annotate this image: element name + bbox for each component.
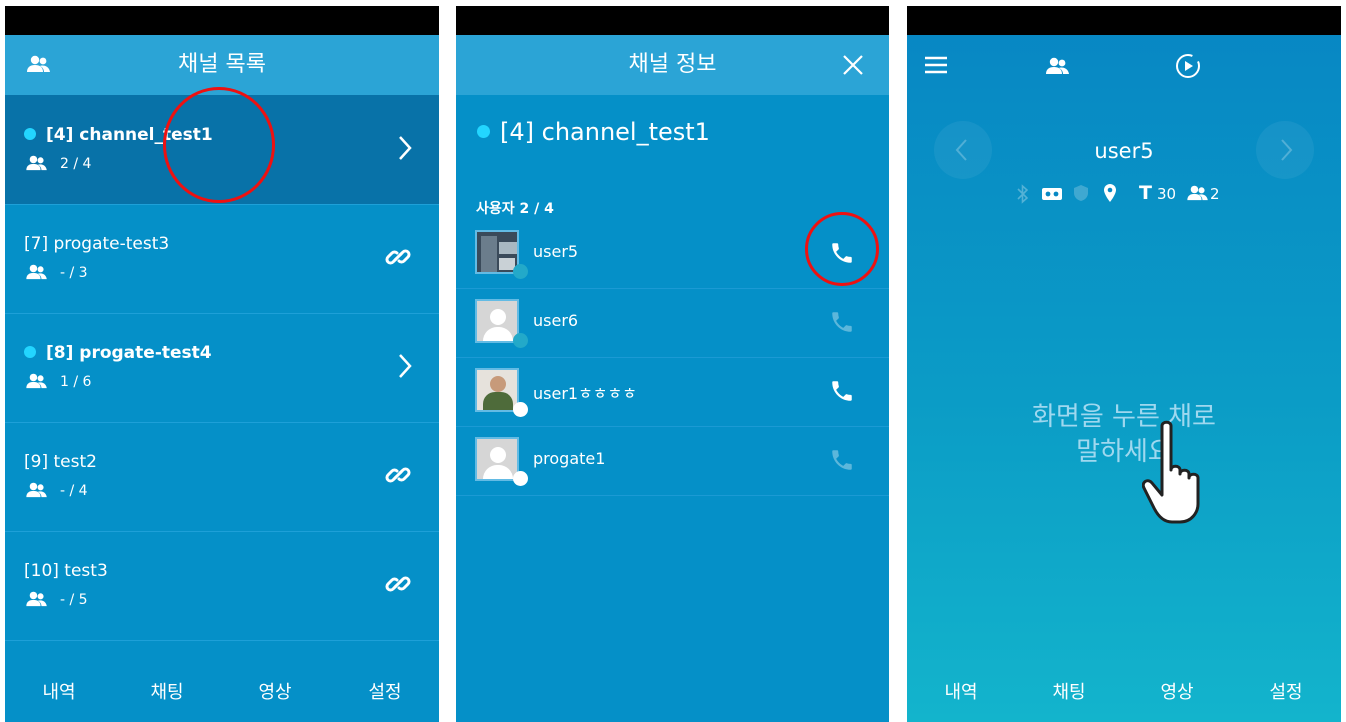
active-dot [477, 125, 490, 138]
nav-history[interactable]: 내역 [9, 664, 109, 722]
close-icon[interactable] [843, 55, 863, 79]
users-count: 2 [1210, 185, 1220, 203]
nav-chat[interactable]: 채팅 [1019, 664, 1119, 722]
users-icon [26, 373, 47, 389]
bottom-nav: 내역 채팅 영상 설정 [907, 664, 1341, 722]
nav-history[interactable]: 내역 [911, 664, 1011, 722]
status-dot [513, 264, 528, 279]
phone-icon[interactable] [829, 309, 855, 339]
channel-name: [7] progate-test3 [24, 234, 170, 254]
channel-row[interactable]: [7] progate-test3 - / 3 [5, 204, 439, 314]
channel-name: [8] progate-test4 [24, 343, 212, 363]
menu-icon[interactable] [924, 55, 948, 79]
bottom-nav: 내역 채팅 영상 설정 [5, 664, 439, 722]
channel-row[interactable]: [8] progate-test4 1 / 6 [5, 313, 439, 423]
talk-time-icon: T [1139, 182, 1152, 204]
push-to-talk-screen: user5 T 30 2 화면을 누른 채로 말하세요 내역 채팅 영상 설정 [907, 6, 1341, 722]
avatar [475, 368, 519, 412]
header: 채널 정보 [456, 35, 889, 95]
hint-line-2: 말하세요 [1076, 437, 1172, 467]
users-icon [26, 591, 47, 607]
radio-icon [1042, 187, 1062, 205]
play-circle-icon[interactable] [1174, 52, 1202, 84]
user-name: user1ㅎㅎㅎㅎ [533, 384, 637, 403]
users-icon [26, 155, 47, 171]
page-title: 채널 정보 [628, 52, 717, 77]
status-bar [5, 6, 439, 35]
users-icon [1187, 185, 1209, 205]
channel-list-screen: 채널 목록 [4] channel_test1 2 / 4 [7] progat… [5, 6, 439, 722]
channel-row[interactable]: [10] test3 - / 5 [5, 531, 439, 641]
channel-count: 1 / 6 [26, 373, 91, 390]
highlight-circle [805, 212, 879, 286]
nav-video[interactable]: 영상 [1127, 664, 1227, 722]
hand-pointer-icon [1141, 416, 1222, 530]
header: 채널 목록 [5, 35, 439, 95]
channel-name: [9] test2 [24, 452, 97, 472]
user-name: progate1 [533, 449, 606, 468]
link-icon[interactable] [385, 462, 411, 492]
users-icon [26, 482, 47, 498]
shield-icon [1073, 184, 1089, 206]
user-name: user6 [533, 311, 579, 330]
channel-count: - / 4 [26, 482, 88, 499]
active-dot [24, 346, 36, 358]
status-bar [907, 6, 1341, 35]
nav-chat[interactable]: 채팅 [117, 664, 217, 722]
talk-area[interactable]: 화면을 누른 채로 말하세요 [907, 246, 1341, 646]
channel-info-screen: 채널 정보 [4] channel_test1 사용자 2 / 4 user5 … [456, 6, 889, 722]
user-row[interactable]: progate1 [456, 427, 889, 496]
talk-time-value: 30 [1157, 185, 1177, 203]
phone-icon[interactable] [829, 447, 855, 477]
avatar [475, 299, 519, 343]
status-dot [513, 402, 528, 417]
link-icon[interactable] [385, 244, 411, 274]
link-icon[interactable] [385, 571, 411, 601]
channel-count: - / 3 [26, 264, 88, 281]
status-dot [513, 333, 528, 348]
bluetooth-icon [1017, 184, 1029, 208]
chevron-right-icon[interactable] [397, 135, 413, 165]
channel-name: [10] test3 [24, 561, 108, 581]
users-icon[interactable] [1046, 57, 1070, 79]
status-bar [456, 6, 889, 35]
phone-icon[interactable] [829, 378, 855, 408]
avatar [475, 230, 519, 274]
users-count-label: 사용자 2 / 4 [476, 201, 554, 217]
highlight-circle [163, 87, 275, 203]
nav-settings[interactable]: 설정 [1236, 664, 1336, 722]
channel-count: 2 / 4 [26, 155, 91, 172]
avatar [475, 437, 519, 481]
nav-video[interactable]: 영상 [225, 664, 325, 722]
channel-count: - / 5 [26, 591, 88, 608]
nav-settings[interactable]: 설정 [335, 664, 435, 722]
user-row[interactable]: user6 [456, 289, 889, 358]
active-dot [24, 128, 36, 140]
page-title: 채널 목록 [178, 52, 266, 77]
channel-row[interactable]: [9] test2 - / 4 [5, 422, 439, 532]
status-dot [513, 471, 528, 486]
users-icon [26, 264, 47, 280]
user-name: user5 [533, 242, 579, 261]
channel-title: [4] channel_test1 [477, 118, 710, 146]
location-icon [1103, 183, 1117, 207]
user-row[interactable]: user1ㅎㅎㅎㅎ [456, 358, 889, 427]
hint-line-1: 화면을 누른 채로 [1032, 402, 1216, 432]
chevron-right-icon[interactable] [397, 353, 413, 383]
user-name: user5 [1094, 139, 1154, 163]
